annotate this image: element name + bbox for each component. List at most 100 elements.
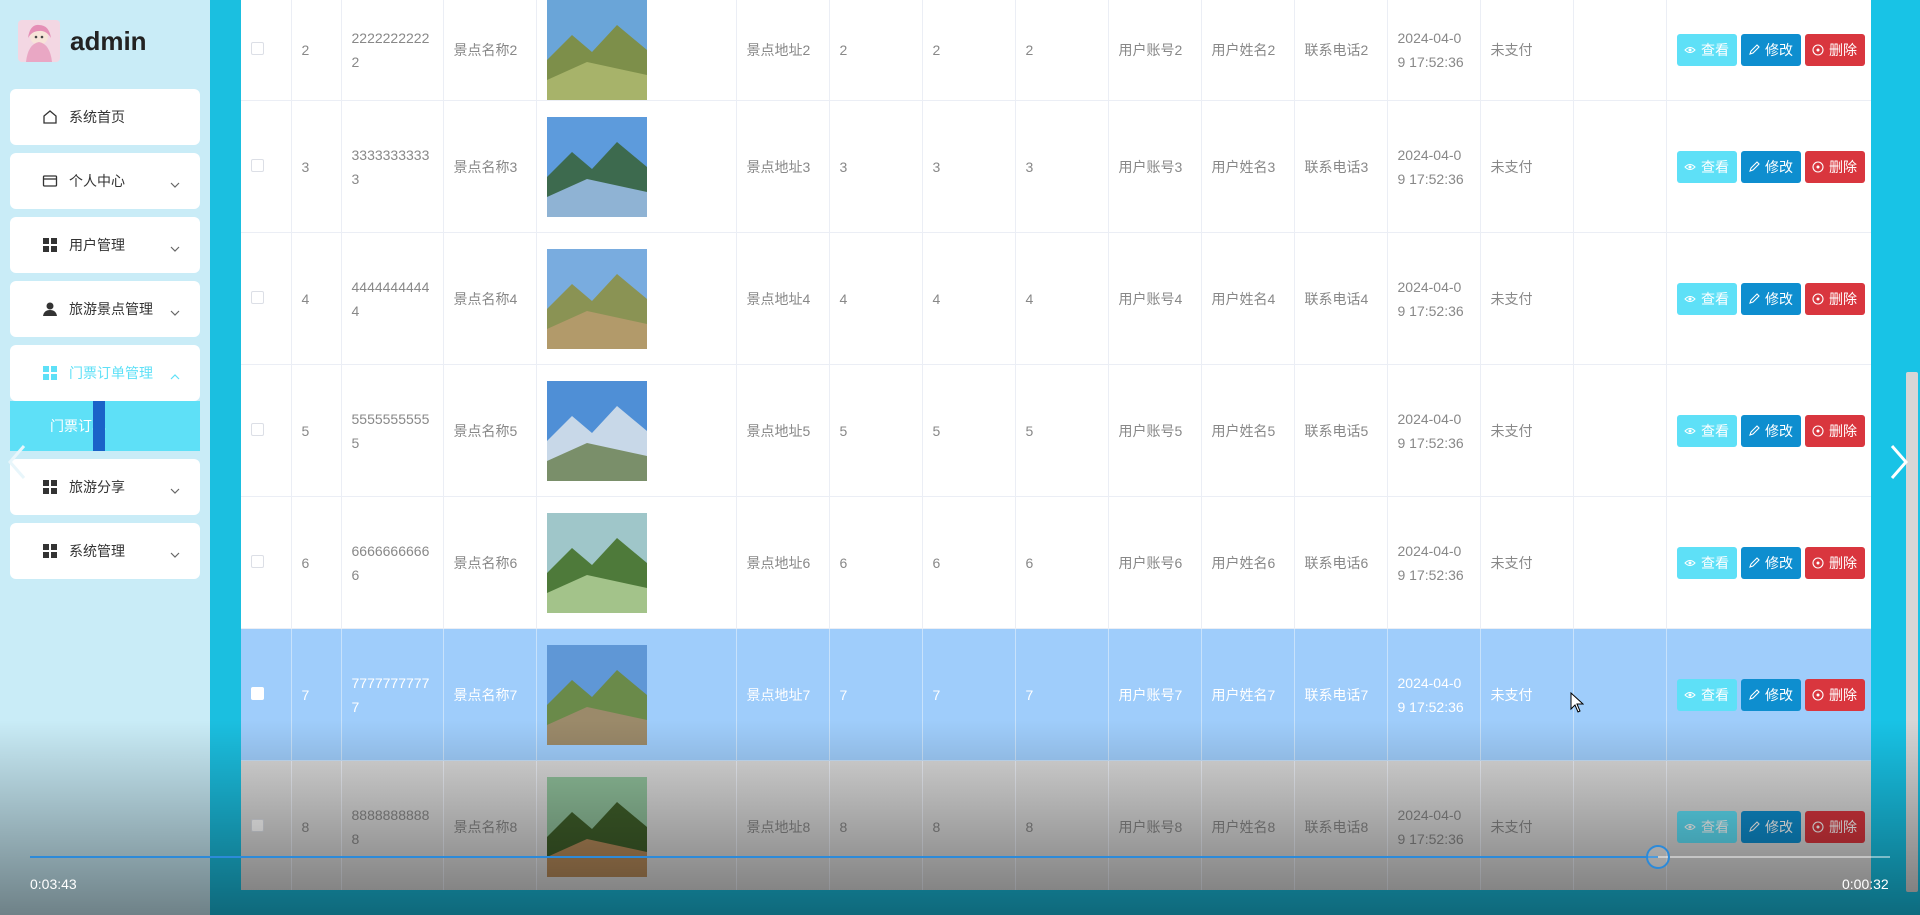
cell-actions: 查看 修改 删除 — [1666, 232, 1871, 365]
close-circle-icon — [1812, 44, 1824, 56]
delete-button[interactable]: 删除 — [1804, 150, 1865, 183]
edit-button[interactable]: 修改 — [1740, 282, 1801, 315]
cell-empty — [1573, 628, 1667, 761]
chevron-up-icon — [170, 367, 180, 383]
cell-address: 景点地址3 — [736, 100, 830, 233]
cell-account: 用户账号3 — [1108, 100, 1202, 233]
table-row[interactable]: 8 8888888888 8 景点名称8 景点地址8 8 8 8 用户账号8 用户姓名8 联系电话8… — [241, 760, 1871, 890]
row-checkbox[interactable] — [251, 158, 264, 172]
cell-id: 5 — [291, 364, 342, 497]
row-checkbox[interactable] — [251, 818, 264, 832]
video-elapsed-time: 0:03:43 — [30, 876, 77, 892]
close-circle-icon — [1812, 424, 1824, 437]
edit-button[interactable]: 修改 — [1740, 414, 1801, 447]
row-checkbox[interactable] — [251, 422, 264, 436]
cell-id: 3 — [291, 100, 342, 233]
cell-address: 景点地址4 — [736, 232, 830, 365]
cell-col1: 6 — [829, 496, 923, 629]
cell-order-no: 8888888888 8 — [341, 760, 444, 890]
scenic-photo[interactable] — [546, 776, 647, 877]
edit-button[interactable]: 修改 — [1740, 810, 1801, 843]
table-row[interactable]: 5 5555555555 5 景点名称5 景点地址5 5 5 5 用户账号5 用户姓名5 联系电话5… — [241, 364, 1871, 497]
row-checkbox[interactable] — [251, 42, 264, 55]
cell-phone: 联系电话5 — [1294, 364, 1388, 497]
row-select-cell — [241, 496, 292, 629]
sidebar-item-home[interactable]: 系统首页 — [10, 89, 200, 145]
sidebar-item-system[interactable]: 系统管理 — [10, 523, 200, 579]
video-progress-bar[interactable] — [30, 845, 1890, 869]
view-button[interactable]: 查看 — [1676, 282, 1737, 315]
table-row[interactable]: 6 6666666666 6 景点名称6 景点地址6 6 6 6 用户账号6 用户姓名6 联系电话6… — [241, 496, 1871, 629]
scenic-photo[interactable] — [546, 248, 647, 349]
pencil-icon — [1749, 44, 1760, 55]
cell-col2: 4 — [922, 232, 1016, 365]
prev-arrow-icon[interactable] — [6, 444, 28, 485]
video-progress-knob[interactable] — [1645, 845, 1670, 869]
scenic-photo[interactable] — [546, 512, 647, 613]
delete-button[interactable]: 删除 — [1804, 414, 1865, 447]
scenic-photo[interactable] — [546, 380, 647, 481]
table-row[interactable]: 7 7777777777 7 景点名称7 景点地址7 7 7 7 用户账号7 用户姓名7 联系电话7… — [241, 628, 1871, 761]
delete-button[interactable]: 删除 — [1804, 34, 1865, 66]
edit-button[interactable]: 修改 — [1740, 34, 1801, 66]
card-icon — [42, 173, 58, 189]
cell-user-name: 用户姓名7 — [1201, 628, 1295, 761]
cell-image — [536, 364, 737, 497]
cell-col2: 3 — [922, 100, 1016, 233]
cell-account: 用户账号2 — [1108, 0, 1202, 101]
cell-image — [536, 0, 737, 101]
sidebar-item-users[interactable]: 用户管理 — [10, 217, 200, 273]
scenic-photo[interactable] — [546, 116, 647, 217]
sidebar-item-scenic[interactable]: 旅游景点管理 — [10, 281, 200, 337]
scenic-photo[interactable] — [546, 644, 647, 745]
view-button[interactable]: 查看 — [1676, 546, 1737, 579]
cell-order-no: 3333333333 3 — [341, 100, 444, 233]
edit-button[interactable]: 修改 — [1740, 150, 1801, 183]
sidebar-subitem-ticket-orders[interactable]: 门票订单 — [10, 401, 200, 451]
cell-col2: 2 — [922, 0, 1016, 101]
row-checkbox[interactable] — [251, 554, 264, 568]
view-button[interactable]: 查看 — [1676, 34, 1737, 66]
table-row[interactable]: 2 2222222222 2 景点名称2 景点地址2 2 2 2 用户账号2 用户姓名2 联系电话2… — [241, 0, 1871, 101]
row-checkbox[interactable] — [251, 290, 264, 304]
sidebar-item-label: 用户管理 — [69, 237, 125, 253]
cell-account: 用户账号4 — [1108, 232, 1202, 365]
pencil-icon — [1749, 292, 1760, 304]
eye-icon — [1684, 163, 1696, 170]
close-circle-icon — [1812, 820, 1824, 833]
pencil-icon — [1749, 688, 1760, 700]
cell-image — [536, 496, 737, 629]
edit-button[interactable]: 修改 — [1740, 678, 1801, 711]
cell-image — [536, 760, 737, 890]
cell-user-name: 用户姓名3 — [1201, 100, 1295, 233]
table-row[interactable]: 3 3333333333 3 景点名称3 景点地址3 3 3 3 用户账号3 用户姓名3 联系电话3… — [241, 100, 1871, 233]
cell-col2: 6 — [922, 496, 1016, 629]
cell-phone: 联系电话2 — [1294, 0, 1388, 101]
sidebar-item-orders[interactable]: 门票订单管理 — [10, 345, 200, 401]
delete-button[interactable]: 删除 — [1804, 546, 1865, 579]
delete-button[interactable]: 删除 — [1804, 810, 1865, 843]
view-button[interactable]: 查看 — [1676, 810, 1737, 843]
cell-account: 用户账号8 — [1108, 760, 1202, 890]
pencil-icon — [1749, 556, 1760, 568]
cell-order-no: 6666666666 6 — [341, 496, 444, 629]
cell-image — [536, 100, 737, 233]
cell-status: 未支付 — [1480, 0, 1574, 101]
sidebar-item-share[interactable]: 旅游分享 — [10, 459, 200, 515]
table-row[interactable]: 4 4444444444 4 景点名称4 景点地址4 4 4 4 用户账号4 用户姓名4 联系电话4… — [241, 232, 1871, 365]
chevron-down-icon — [170, 175, 180, 191]
view-button[interactable]: 查看 — [1676, 414, 1737, 447]
cell-status: 未支付 — [1480, 628, 1574, 761]
next-arrow-icon[interactable] — [1888, 444, 1910, 485]
delete-button[interactable]: 删除 — [1804, 282, 1865, 315]
edit-button[interactable]: 修改 — [1740, 546, 1801, 579]
row-checkbox[interactable] — [251, 686, 264, 700]
row-select-cell — [241, 628, 292, 761]
view-button[interactable]: 查看 — [1676, 678, 1737, 711]
sidebar-item-profile[interactable]: 个人中心 — [10, 153, 200, 209]
delete-button[interactable]: 删除 — [1804, 678, 1865, 711]
cell-user-name: 用户姓名4 — [1201, 232, 1295, 365]
view-button[interactable]: 查看 — [1676, 150, 1737, 183]
cell-image — [536, 232, 737, 365]
scenic-photo[interactable] — [546, 0, 647, 100]
